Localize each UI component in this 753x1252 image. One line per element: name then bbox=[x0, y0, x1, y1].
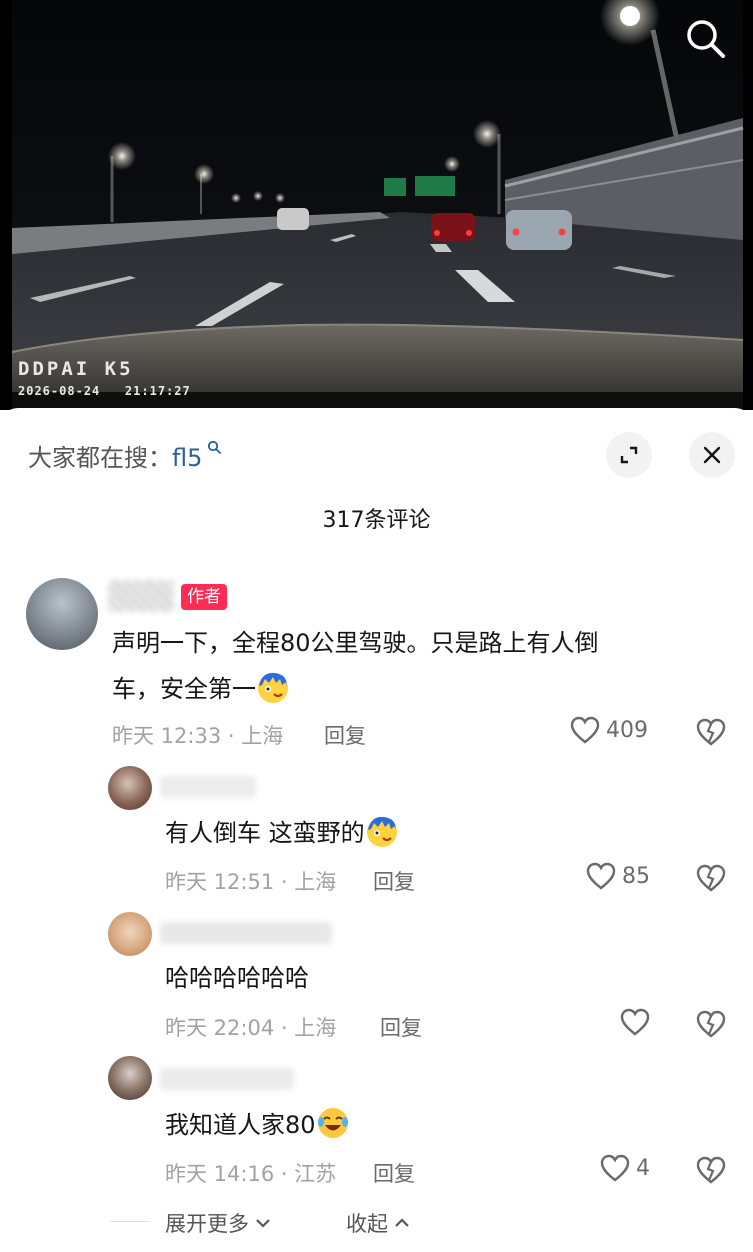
dislike-button[interactable] bbox=[696, 718, 726, 750]
broken-heart-icon bbox=[696, 864, 726, 892]
like-button[interactable]: 85 bbox=[586, 862, 650, 890]
comment-text: 有人倒车 这蛮野的 bbox=[165, 810, 399, 856]
hot-search-bar[interactable]: 大家都在搜：fl5 bbox=[28, 438, 221, 473]
search-button[interactable] bbox=[683, 16, 729, 62]
broken-heart-icon bbox=[696, 1010, 726, 1038]
hot-search-keyword[interactable]: fl5 bbox=[172, 444, 202, 472]
username-blurred[interactable] bbox=[160, 776, 256, 798]
like-count: 4 bbox=[636, 1155, 650, 1181]
like-count: 409 bbox=[606, 717, 648, 743]
blue-face-emoji-icon bbox=[365, 814, 399, 848]
heart-icon bbox=[570, 716, 600, 744]
reply-button[interactable]: 回复 bbox=[373, 866, 415, 896]
username-blurred[interactable] bbox=[160, 1068, 294, 1090]
chevron-up-icon bbox=[395, 1218, 409, 1227]
video-frame[interactable]: DDPAI K5 2026-08-24 21:17:27 bbox=[0, 0, 753, 410]
close-icon bbox=[703, 446, 721, 464]
search-icon bbox=[687, 20, 725, 58]
comment-text-line: 声明一下，全程80公里驾驶。只是路上有人倒 bbox=[112, 629, 599, 657]
reply-button[interactable]: 回复 bbox=[324, 720, 366, 750]
dashcam-scene bbox=[11, 0, 744, 410]
laughing-tears-emoji-icon bbox=[316, 1106, 350, 1140]
author-badge: 作者 bbox=[181, 584, 227, 610]
avatar[interactable] bbox=[108, 766, 152, 810]
collapse-label: 收起 bbox=[346, 1212, 388, 1236]
heart-icon bbox=[620, 1008, 650, 1036]
dislike-button[interactable] bbox=[696, 1010, 726, 1042]
expand-button[interactable] bbox=[606, 432, 652, 478]
heart-icon bbox=[586, 862, 616, 890]
avatar[interactable] bbox=[108, 912, 152, 956]
avatar[interactable] bbox=[26, 578, 98, 650]
collapse-button[interactable]: 收起 bbox=[346, 1208, 410, 1238]
like-button[interactable]: 409 bbox=[570, 716, 648, 744]
comment-meta: 昨天 22:04 · 上海 bbox=[165, 1016, 337, 1040]
reply-button[interactable]: 回复 bbox=[373, 1158, 415, 1188]
expand-more-button[interactable]: 展开更多 bbox=[165, 1208, 271, 1238]
reply-button[interactable]: 回复 bbox=[380, 1012, 422, 1042]
like-button[interactable]: 4 bbox=[600, 1154, 650, 1182]
search-small-icon bbox=[202, 440, 221, 458]
comment-text: 我知道人家80 bbox=[165, 1102, 350, 1148]
comment-text: 哈哈哈哈哈哈 bbox=[165, 964, 309, 992]
comment-meta: 昨天 14:16 · 江苏 bbox=[165, 1162, 337, 1186]
dashcam-timestamp: 2026-08-24 21:17:27 bbox=[18, 384, 191, 398]
broken-heart-icon bbox=[696, 1156, 726, 1184]
comment-text-line: 车，安全第一 bbox=[112, 666, 712, 712]
like-button[interactable] bbox=[620, 1008, 656, 1036]
expand-icon bbox=[620, 446, 638, 464]
comment-text: 声明一下，全程80公里驾驶。只是路上有人倒 车，安全第一 bbox=[112, 620, 712, 712]
dislike-button[interactable] bbox=[696, 864, 726, 896]
dashcam-watermark: DDPAI K5 2026-08-24 21:17:27 bbox=[18, 358, 191, 398]
broken-heart-icon bbox=[696, 718, 726, 746]
hot-search-label: 大家都在搜： bbox=[28, 444, 172, 472]
blue-face-emoji-icon bbox=[256, 670, 290, 704]
expand-more-label: 展开更多 bbox=[165, 1212, 249, 1236]
comment-meta: 昨天 12:51 · 上海 bbox=[165, 870, 337, 894]
divider bbox=[110, 1221, 150, 1222]
avatar[interactable] bbox=[108, 1056, 152, 1100]
like-count: 85 bbox=[622, 863, 650, 889]
username-blurred[interactable] bbox=[108, 580, 174, 612]
dashcam-brand: DDPAI K5 bbox=[18, 358, 134, 380]
dislike-button[interactable] bbox=[696, 1156, 726, 1188]
chevron-down-icon bbox=[256, 1219, 270, 1228]
comment-meta: 昨天 12:33 · 上海 bbox=[112, 724, 284, 748]
comment-count-title: 317条评论 bbox=[322, 508, 431, 533]
close-button[interactable] bbox=[689, 432, 735, 478]
heart-icon bbox=[600, 1154, 630, 1182]
comment-sheet: 大家都在搜：fl5 317条评论 作者 声明一下，全程80公里驾驶。只是路上有人… bbox=[0, 408, 753, 1252]
username-blurred[interactable] bbox=[160, 922, 332, 944]
